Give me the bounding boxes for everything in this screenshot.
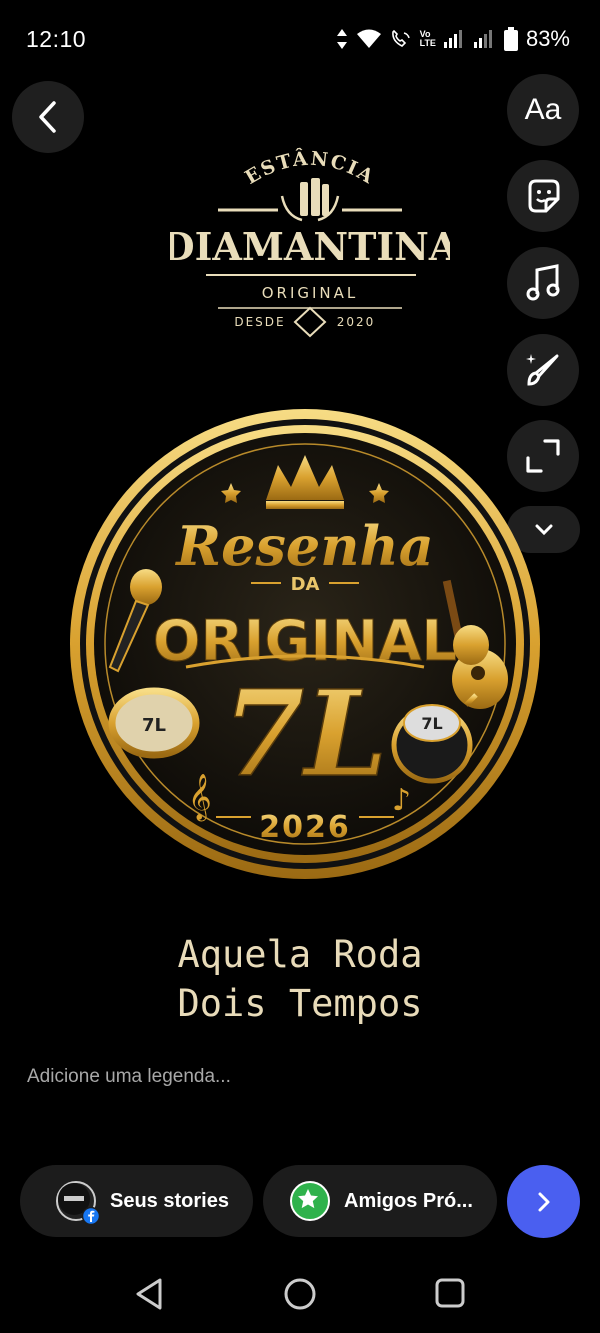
bottles-icon [280,178,340,222]
status-icons: Vo LTE 83% [336,26,570,52]
system-nav-bar [0,1255,600,1333]
badge-da: DA [291,574,320,595]
tagline: Aquela Roda Dois Tempos [0,930,600,1028]
badge-big-7l: 7L [222,664,387,803]
battery-icon [503,27,518,51]
avatar [56,1181,100,1225]
status-bar: 12:10 Vo LTE 83% [0,0,600,80]
sticker-tool-button[interactable] [507,160,579,232]
signal-1-icon [443,30,462,48]
treble-clef-icon: 𝄞 [188,774,212,822]
nav-recents-icon[interactable] [434,1277,466,1309]
tagline-line2: Dois Tempos [177,982,423,1025]
text-tool-button[interactable]: Aa [507,74,579,146]
logo-brand: DIAMANTINA [170,224,450,269]
chevron-left-icon [39,101,56,133]
badge-year: 2026 [259,810,351,845]
signal-2-icon [473,30,492,48]
logo-since-right: 2020 [337,315,376,329]
text-aa-icon: Aa [524,93,562,126]
logo-top-text: ESTÂNCIA [241,147,378,189]
wifi-icon [356,29,381,48]
share-next-button[interactable] [507,1165,580,1238]
your-stories-label: Seus stories [110,1189,229,1212]
back-button[interactable] [12,81,84,153]
chevron-right-icon [538,1192,549,1211]
caption-input[interactable]: Adicione uma legenda... [27,1066,231,1088]
wifi-calling-icon [391,29,410,47]
draw-tool-button[interactable] [507,334,579,406]
your-stories-button[interactable]: Seus stories [20,1165,253,1237]
nav-back-icon[interactable] [134,1277,164,1311]
tambourine-icon: 7L [108,687,200,759]
brand-logo: ESTÂNCIA DIAMANTINA ORIGINAL DESDE 2020 [170,147,450,338]
close-friends-avatar [290,1181,330,1221]
badge-script-title: Resenha [174,514,434,578]
volte-icon: Vo LTE [420,30,436,48]
close-friends-label: Amigos Pró... [344,1189,473,1212]
facebook-icon [82,1207,100,1225]
close-friends-button[interactable]: Amigos Pró... [263,1165,497,1237]
brush-sparkle-icon [526,354,559,386]
music-note-icon [526,264,560,301]
logo-subtitle: ORIGINAL [262,284,359,302]
volte-bottom: LTE [419,38,436,48]
sticker-icon [528,179,560,213]
star-icon [298,1189,318,1209]
music-note-decor-icon: ♪ [392,783,411,818]
logo-since-left: DESDE [234,315,285,329]
nav-home-icon[interactable] [283,1277,317,1311]
battery-level: 83% [525,26,570,51]
event-badge: Resenha DA ORIGINAL 7L 2026 7L 7L 𝄞 ♪ [70,409,540,879]
data-arrows-icon [336,29,347,49]
tagline-line1: Aquela Roda [177,933,423,976]
clock: 12:10 [26,26,87,52]
drum-label: 7L [421,714,442,733]
music-tool-button[interactable] [507,247,579,319]
diamond-icon [293,306,327,338]
tambourine-label: 7L [142,715,166,736]
